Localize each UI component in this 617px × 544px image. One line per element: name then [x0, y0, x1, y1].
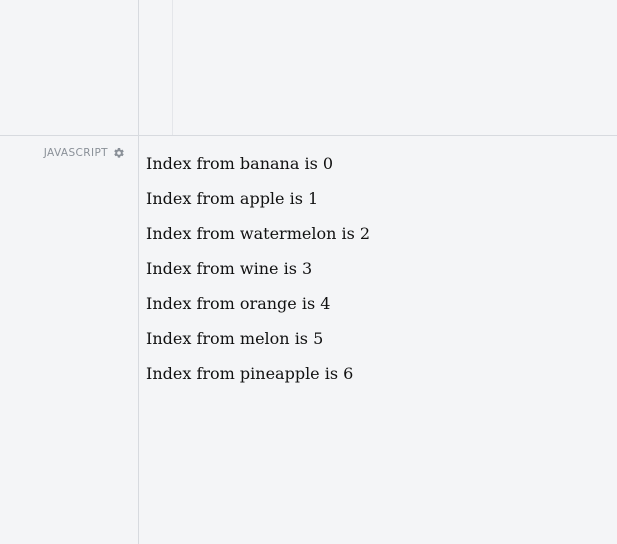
gutter-divider	[138, 136, 139, 544]
console-line: Index from melon is 5	[146, 329, 324, 348]
console-line: Index from banana is 0	[146, 154, 334, 173]
gear-icon[interactable]	[113, 147, 125, 159]
console-line: Index from wine is 3	[146, 259, 313, 278]
javascript-output-pane: JAVASCRIPT Index from banana is 0 Index …	[0, 136, 617, 544]
pane-header: JAVASCRIPT	[44, 147, 125, 159]
top-editor-pane	[0, 0, 617, 136]
gutter-divider	[138, 0, 139, 135]
console-line: Index from orange is 4	[146, 294, 331, 313]
console-line: Index from watermelon is 2	[146, 224, 371, 243]
inner-divider	[172, 0, 173, 135]
pane-label-javascript: JAVASCRIPT	[43, 147, 108, 159]
console-line: Index from apple is 1	[146, 189, 319, 208]
console-line: Index from pineapple is 6	[146, 364, 354, 383]
console-output: Index from banana is 0 Index from apple …	[146, 146, 370, 391]
